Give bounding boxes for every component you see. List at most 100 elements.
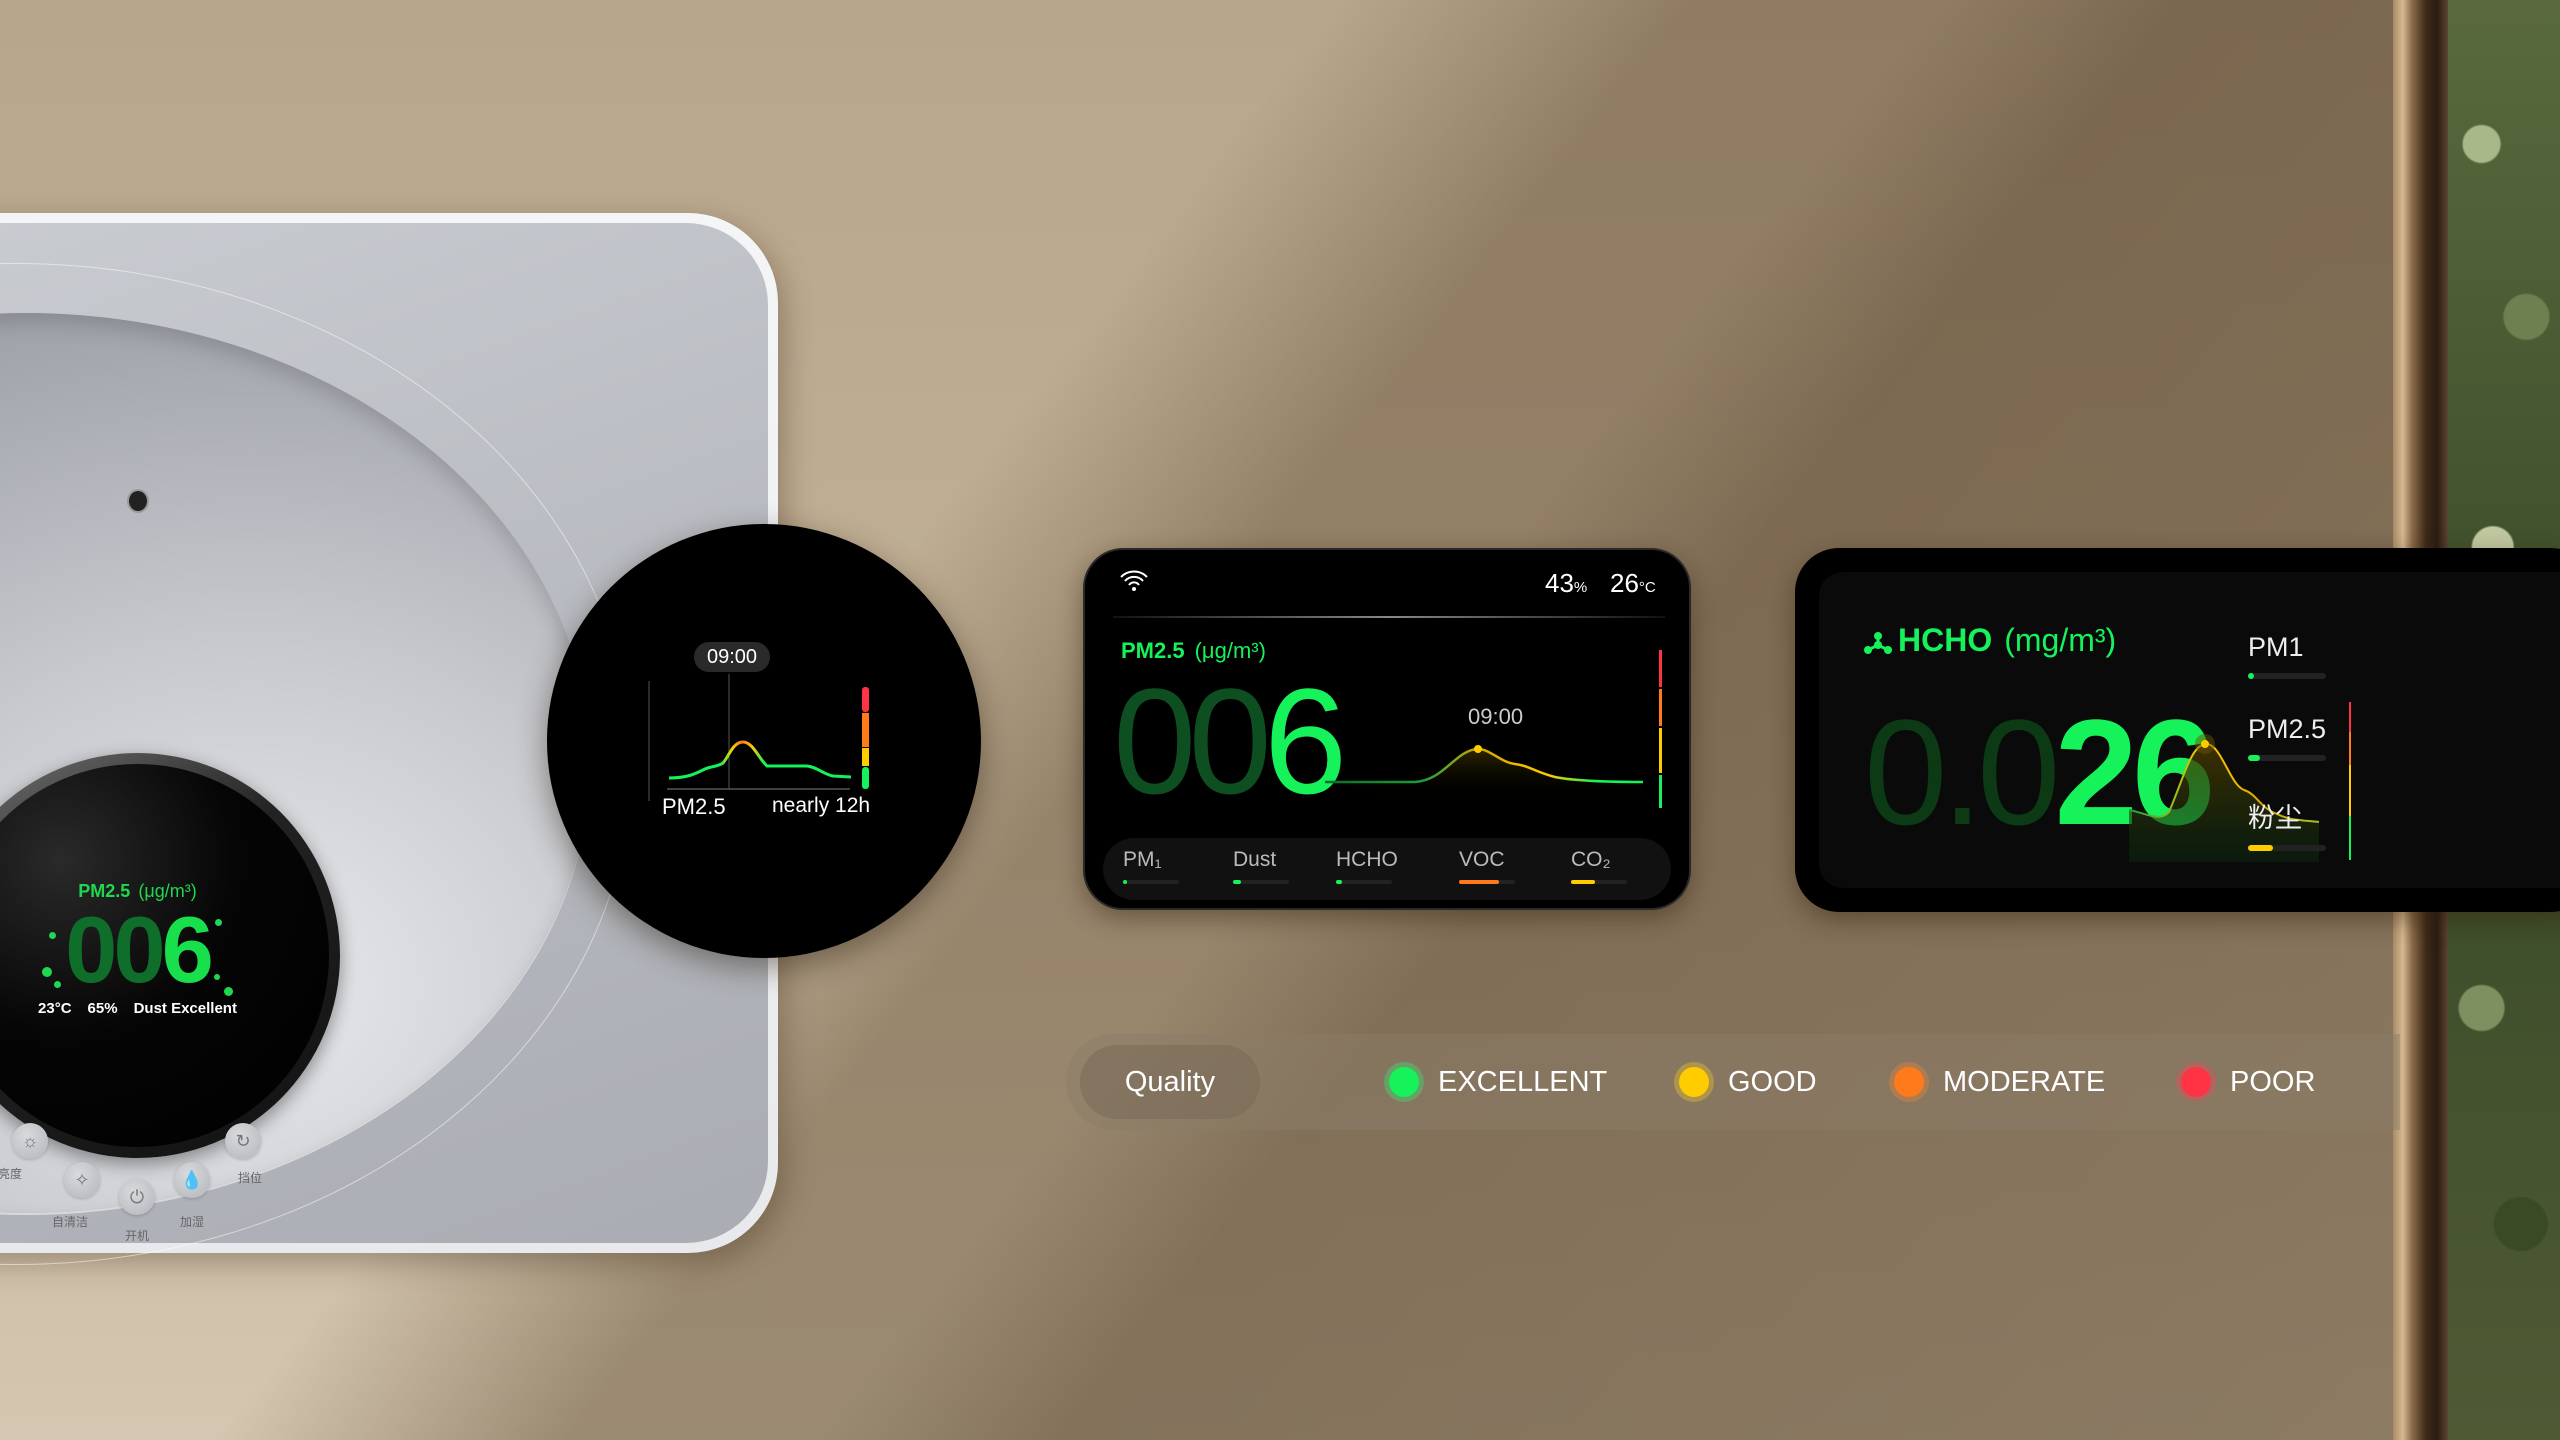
level-track <box>2248 673 2326 679</box>
circular-trend-display: 09:00 PM2.5 nearly 12h <box>547 524 981 958</box>
tab-voc[interactable]: VOC <box>1459 848 1529 884</box>
legend-item-moderate: MODERATE <box>1889 1058 2105 1106</box>
legend-title: Quality <box>1080 1045 1260 1119</box>
scale-moderate <box>862 713 869 747</box>
tab-label: HCHO <box>1336 848 1398 871</box>
legend-label: EXCELLENT <box>1438 1065 1608 1098</box>
metric-title: HCHO (mg/m³) <box>1864 622 2116 659</box>
legend-label: MODERATE <box>1943 1065 2106 1098</box>
item-label: PM2.5 <box>2248 714 2327 744</box>
level-track <box>1571 880 1627 884</box>
status-text: Dust Excellent <box>133 1000 237 1017</box>
molecule-icon <box>1864 631 1892 654</box>
self-clean-icon: ✧ <box>74 1170 90 1190</box>
temperature-value: 23°C <box>38 1000 72 1017</box>
self-clean-button[interactable]: ✧ <box>64 1162 100 1198</box>
self-clean-label: 自清洁 <box>52 1215 89 1229</box>
tab-dust[interactable]: Dust <box>1233 848 1303 884</box>
wide-display-screen: HCHO (mg/m³) 0.026 PM1 PM2.5 粉尘 <box>1819 572 2560 888</box>
particle-dot <box>215 919 222 926</box>
level-track <box>2248 755 2326 761</box>
brightness-button[interactable]: ☼ <box>12 1123 48 1159</box>
wide-display: HCHO (mg/m³) 0.026 PM1 PM2.5 粉尘 <box>1795 548 2560 912</box>
scale-good <box>1659 728 1662 773</box>
scale-good <box>862 748 869 766</box>
rectangular-display: 43% 26°C PM2.5 (μg/m³) 006 09:00 PM₁ Dust… <box>1083 548 1691 910</box>
item-label: 粉尘 <box>2248 803 2302 833</box>
particle-dot <box>42 967 52 977</box>
tab-pm1[interactable]: PM₁ <box>1123 848 1193 884</box>
brightness-icon: ☼ <box>21 1131 39 1151</box>
gear-label: 挡位 <box>238 1171 263 1185</box>
scale-excellent <box>1659 775 1662 808</box>
power-icon: ⏻ <box>129 1187 145 1207</box>
particle-dot <box>54 981 61 988</box>
tab-co2[interactable]: CO₂ <box>1571 848 1641 884</box>
tab-label: Dust <box>1233 848 1277 871</box>
scale-excellent <box>862 767 869 789</box>
legend-item-poor: POOR <box>2176 1058 2315 1106</box>
level-fill <box>1233 880 1242 884</box>
status-dot-icon <box>2176 1062 2216 1102</box>
trend-chart <box>648 674 869 801</box>
level-track <box>1233 880 1289 884</box>
value-leading-zeros: 00 <box>65 897 166 1002</box>
status-dot-icon <box>1889 1062 1929 1102</box>
level-track <box>1123 880 1179 884</box>
value-leading: 0.0 <box>1864 688 2061 856</box>
trend-peak-point <box>1474 745 1482 753</box>
item-label: PM1 <box>2248 632 2304 662</box>
value-digit: 6 <box>161 897 214 1002</box>
brightness-label: 亮度 <box>0 1167 23 1181</box>
ambient-stats: 23°C 65% Dust Excellent <box>0 1000 329 1017</box>
level-track <box>1336 880 1392 884</box>
trend-line <box>668 740 852 780</box>
chart-range-label: nearly 12h <box>772 794 871 817</box>
metric-item-pm1[interactable]: PM1 <box>2248 632 2338 679</box>
time-badge: 09:00 <box>694 642 770 672</box>
tab-label: PM₁ <box>1123 848 1162 871</box>
tab-label: CO₂ <box>1571 848 1611 871</box>
humidify-button[interactable]: 💧 <box>174 1162 210 1198</box>
humidity-value: 65% <box>87 1000 118 1017</box>
scale-poor <box>2349 702 2351 732</box>
level-fill <box>2248 673 2255 679</box>
legend-label: POOR <box>2230 1065 2316 1098</box>
level-fill <box>2248 845 2273 851</box>
scale-poor <box>1659 650 1662 687</box>
level-fill <box>2248 755 2261 761</box>
scale-moderate <box>2349 732 2351 765</box>
sensor-icon <box>129 491 147 511</box>
tab-hcho[interactable]: HCHO <box>1336 848 1406 884</box>
legend-item-excellent: EXCELLENT <box>1384 1058 1607 1106</box>
quality-legend: Quality EXCELLENT GOOD MODERATE POOR <box>1066 1034 2400 1130</box>
level-track <box>2248 845 2326 851</box>
scale-poor <box>862 687 869 712</box>
gear-button[interactable]: ↻ <box>225 1123 261 1159</box>
particle-dot <box>49 932 56 939</box>
chart-metric-label: PM2.5 <box>662 794 726 819</box>
status-dot-icon <box>1384 1062 1424 1102</box>
level-fill <box>1459 880 1500 884</box>
scale-good <box>2349 765 2351 816</box>
metric-tab-bar: PM₁ Dust HCHO VOC CO₂ <box>1103 838 1671 900</box>
power-label: 开机 <box>125 1229 150 1243</box>
level-track <box>1459 880 1515 884</box>
metric-item-dust[interactable]: 粉尘 <box>2248 796 2338 851</box>
particle-dot <box>224 987 233 996</box>
trend-area <box>1325 749 1643 800</box>
trend-peak-point <box>2201 740 2209 748</box>
metric-item-pm25[interactable]: PM2.5 <box>2248 714 2338 761</box>
scale-excellent <box>2349 816 2351 860</box>
gear-cycle-icon: ↻ <box>235 1131 251 1151</box>
metric-value: 006 <box>0 900 329 1000</box>
particle-dot <box>214 974 220 980</box>
humidify-label: 加湿 <box>180 1215 205 1229</box>
humidify-icon: 💧 <box>180 1170 204 1190</box>
scale-moderate <box>1659 689 1662 726</box>
legend-label: GOOD <box>1728 1065 1817 1098</box>
status-dot-icon <box>1674 1062 1714 1102</box>
power-button[interactable]: ⏻ <box>119 1179 155 1215</box>
metric-unit: (mg/m³) <box>2004 622 2117 658</box>
level-fill <box>1571 880 1595 884</box>
